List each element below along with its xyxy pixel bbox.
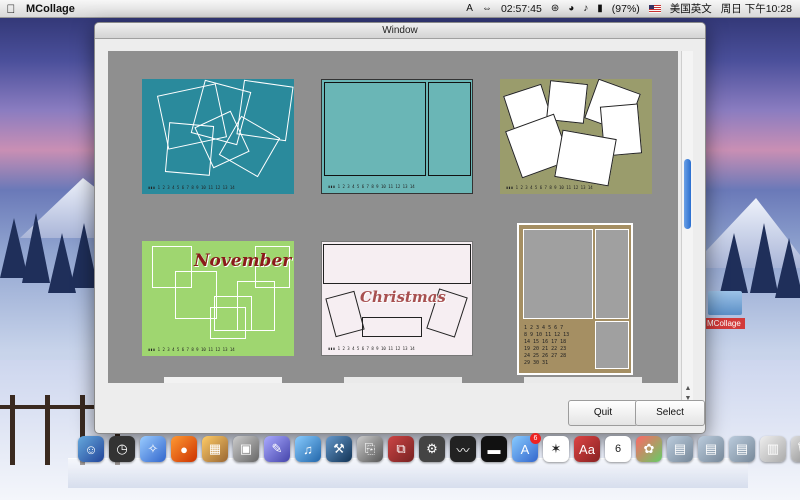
app-menu[interactable]: MCollage bbox=[26, 3, 75, 15]
template-thumbnail[interactable]: November ▮▮▮ 1 2 3 4 5 6 7 8 9 10 11 12 … bbox=[142, 241, 294, 356]
timer-display[interactable]: 02:57:45 bbox=[501, 3, 542, 15]
volume-icon[interactable]: ♪ bbox=[583, 3, 588, 14]
vertical-scrollbar[interactable]: ▲ ▼ bbox=[681, 51, 693, 409]
template-title: November bbox=[194, 251, 292, 271]
star-app-icon[interactable]: ✶ bbox=[543, 436, 569, 462]
app-store-icon[interactable]: A6 bbox=[512, 433, 541, 462]
itunes-icon[interactable]: ♫ bbox=[295, 436, 321, 462]
safari-icon[interactable]: ✧ bbox=[140, 436, 166, 462]
desktop-icon-mcollage[interactable]: MCollage bbox=[705, 291, 745, 329]
select-button[interactable]: Select bbox=[635, 400, 705, 426]
template-window: Window ▮▮▮ 1 2 3 4 5 6 7 8 9 10 11 12 13… bbox=[94, 22, 706, 434]
wifi-icon[interactable]: ◕ bbox=[568, 3, 574, 14]
notification-badge: 6 bbox=[530, 433, 541, 444]
utility-icon[interactable]: ✎ bbox=[264, 436, 290, 462]
adobe-icon[interactable]: A bbox=[466, 3, 473, 14]
photo-booth-icon[interactable]: ✿ bbox=[636, 436, 662, 462]
trash-icon[interactable]: 🗑 bbox=[791, 436, 800, 462]
activity-monitor-icon[interactable]: 〰 bbox=[450, 436, 476, 462]
us-flag-icon[interactable] bbox=[648, 4, 661, 13]
system-preferences-icon[interactable]: ⚙ bbox=[419, 436, 445, 462]
downloads-folder-icon[interactable]: ▤ bbox=[729, 436, 755, 462]
template-title: Christmas bbox=[360, 288, 446, 306]
dictionary-icon[interactable]: Aa bbox=[574, 436, 600, 462]
firefox-icon[interactable]: ● bbox=[171, 436, 197, 462]
applications-folder-icon[interactable]: ▤ bbox=[667, 436, 693, 462]
scroll-up-arrow-icon[interactable]: ▲ bbox=[682, 385, 694, 392]
timer-arrows-icon[interactable]: ⇔ bbox=[482, 3, 492, 14]
preview-icon[interactable]: ▣ bbox=[233, 436, 259, 462]
template-thumbnail[interactable]: Christmas ▮▮▮ 1 2 3 4 5 6 7 8 9 10 11 12… bbox=[321, 241, 473, 356]
battery-icon[interactable]: ▮ bbox=[597, 3, 603, 14]
iphoto-icon[interactable]: ▦ bbox=[202, 436, 228, 462]
desktop-icon-label: MCollage bbox=[705, 318, 745, 329]
template-thumbnail[interactable]: ▮▮▮ 1 2 3 4 5 6 7 8 9 10 11 12 13 14 bbox=[321, 79, 473, 194]
window-title: Window bbox=[95, 23, 705, 39]
documents-folder-icon[interactable]: ▤ bbox=[698, 436, 724, 462]
folder-icon bbox=[708, 291, 742, 315]
bluetooth-icon[interactable]: ⊛ bbox=[551, 3, 559, 14]
battery-percent: (97%) bbox=[611, 2, 640, 15]
menu-extras: A ⇔ 02:57:45 ⊛ ◕ ♪ ▮ (97%) 美国英文 周日 下午10:… bbox=[466, 1, 800, 16]
xcode-icon[interactable]: ⚒ bbox=[326, 436, 352, 462]
calendar-icon[interactable]: 6 bbox=[605, 436, 631, 462]
template-thumbnail[interactable]: 1 2 3 4 5 6 78 9 10 11 12 13 14 15 16 17 … bbox=[517, 223, 633, 375]
menu-clock[interactable]: 周日 下午10:28 bbox=[721, 1, 792, 16]
document-stack-icon[interactable]: ▥ bbox=[760, 436, 786, 462]
parallels-icon[interactable]: ⧉ bbox=[388, 436, 414, 462]
template-thumbnail[interactable]: ▮▮▮ 1 2 3 4 5 6 7 8 9 10 11 12 13 14 bbox=[500, 79, 652, 194]
template-gallery: ▮▮▮ 1 2 3 4 5 6 7 8 9 10 11 12 13 14 ▮▮▮… bbox=[108, 51, 678, 383]
finder-icon[interactable]: ☺ bbox=[78, 436, 104, 462]
scrollbar-thumb[interactable] bbox=[684, 159, 691, 229]
terminal-icon[interactable]: ⎘ bbox=[357, 436, 383, 462]
dock-icons: ☺ ◷ ✧ ● ▦ ▣ ✎ ♫ ⚒ ⎘ ⧉ ⚙ 〰 ▬ A6 ✶ Aa 6 ✿ … bbox=[78, 433, 800, 462]
dock bbox=[68, 458, 748, 488]
console-icon[interactable]: ▬ bbox=[481, 436, 507, 462]
template-thumbnail[interactable]: ▮▮▮ 1 2 3 4 5 6 7 8 9 10 11 12 13 14 bbox=[142, 79, 294, 194]
menu-bar:  MCollage A ⇔ 02:57:45 ⊛ ◕ ♪ ▮ (97%) 美国… bbox=[0, 0, 800, 18]
apple-menu-icon[interactable]:  bbox=[0, 2, 22, 16]
dashboard-icon[interactable]: ◷ bbox=[109, 436, 135, 462]
quit-button[interactable]: Quit bbox=[568, 400, 638, 426]
input-method[interactable]: 美国英文 bbox=[670, 1, 712, 16]
